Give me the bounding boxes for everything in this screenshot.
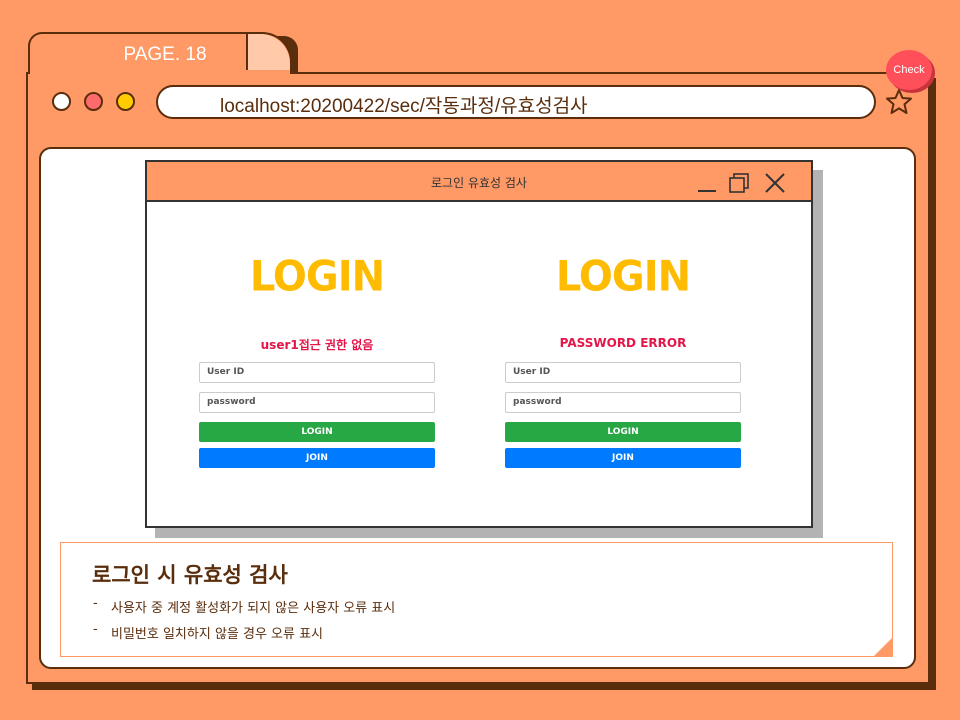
login-button[interactable]: LOGIN — [505, 422, 741, 442]
close-icon[interactable] — [764, 172, 786, 194]
corner-fold — [873, 637, 893, 657]
join-button[interactable]: JOIN — [199, 448, 435, 468]
check-badge: Check — [886, 50, 932, 90]
window-titlebar: 로그인 유효성 검사 — [147, 162, 811, 202]
description-box: 로그인 시 유효성 검사 사용자 중 계정 활성화가 되지 않은 사용자 오류 … — [60, 542, 893, 657]
maximize-icon[interactable] — [728, 172, 750, 194]
star-icon[interactable] — [885, 88, 913, 116]
address-bar[interactable]: localhost:20200422/sec/작동과정/유효성검사 — [156, 85, 876, 119]
join-button[interactable]: JOIN — [505, 448, 741, 468]
window-dot-yellow[interactable] — [116, 92, 135, 111]
tab-title: PAGE. 18 — [123, 44, 207, 65]
userid-input[interactable]: User ID — [199, 362, 435, 383]
login-logo: LOGIN — [555, 252, 691, 302]
address-url: localhost:20200422/sec/작동과정/유효성검사 — [220, 96, 588, 117]
login-error-message: user1접근 권한 없음 — [260, 338, 374, 352]
description-list: 사용자 중 계정 활성화가 되지 않은 사용자 오류 표시 비밀번호 일치하지 … — [93, 596, 395, 649]
window-dot-red[interactable] — [84, 92, 103, 111]
description-item: 비밀번호 일치하지 않을 경우 오류 표시 — [93, 622, 395, 649]
login-logo: LOGIN — [249, 252, 385, 302]
password-input[interactable]: password — [199, 392, 435, 413]
window-dot-white[interactable] — [52, 92, 71, 111]
userid-input[interactable]: User ID — [505, 362, 741, 383]
login-error-message: PASSWORD ERROR — [559, 336, 687, 350]
description-item: 사용자 중 계정 활성화가 되지 않은 사용자 오류 표시 — [93, 596, 395, 623]
description-title: 로그인 시 유효성 검사 — [92, 563, 288, 587]
login-button[interactable]: LOGIN — [199, 422, 435, 442]
password-input[interactable]: password — [505, 392, 741, 413]
minimize-icon[interactable] — [696, 172, 718, 194]
tab-join — [30, 70, 290, 75]
login-validation-window: 로그인 유효성 검사 LOGIN user1접근 권한 없음 User ID p… — [145, 160, 813, 528]
